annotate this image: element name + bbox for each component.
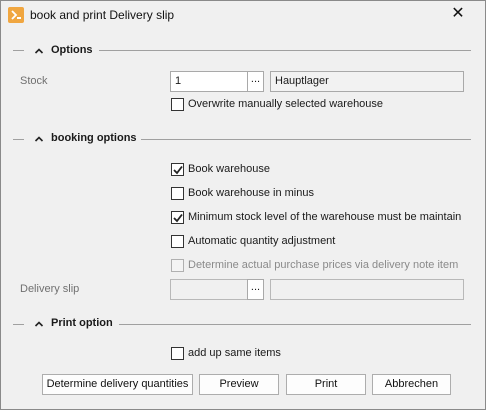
delivery-slip-lookup-button[interactable]: ... [247,279,264,300]
cancel-button[interactable]: Abbrechen [372,374,451,395]
book-warehouse-minus-label: Book warehouse in minus [188,187,314,199]
chevron-up-icon[interactable] [34,134,44,144]
add-up-items-checkbox[interactable] [171,347,184,360]
determine-delivery-quantities-button[interactable]: Determine delivery quantities [42,374,193,395]
delivery-slip-input [170,279,248,300]
section-divider [13,139,24,140]
chevron-up-icon[interactable] [34,319,44,329]
purchase-prices-checkbox [171,259,184,272]
stock-input[interactable]: 1 [170,71,248,92]
stock-label: Stock [20,75,48,87]
section-title-options: Options [51,44,93,56]
section-divider [99,50,471,51]
close-button[interactable]: ✕ [447,3,469,23]
app-icon [8,7,24,23]
stock-lookup-button[interactable]: ... [247,71,264,92]
checkmark-icon [173,165,183,175]
window-title: book and print Delivery slip [30,8,175,22]
section-title-print: Print option [51,317,113,329]
book-warehouse-label: Book warehouse [188,163,270,175]
chevron-up-icon[interactable] [34,46,44,56]
book-warehouse-minus-checkbox[interactable] [171,187,184,200]
section-divider [119,324,471,325]
section-title-booking: booking options [51,132,137,144]
auto-quantity-adjustment-checkbox[interactable] [171,235,184,248]
stock-name-field: Hauptlager [270,71,464,92]
min-stock-level-label: Minimum stock level of the warehouse mus… [188,211,462,223]
checkmark-icon [173,213,183,223]
section-divider [13,324,24,325]
close-icon: ✕ [451,5,465,22]
section-divider [13,50,24,51]
purchase-prices-label: Determine actual purchase prices via del… [188,259,459,271]
overwrite-warehouse-label: Overwrite manually selected warehouse [188,98,384,110]
overwrite-warehouse-checkbox[interactable] [171,98,184,111]
auto-quantity-adjustment-label: Automatic quantity adjustment [188,235,336,247]
min-stock-level-checkbox[interactable] [171,211,184,224]
preview-button[interactable]: Preview [199,374,279,395]
dialog-window: book and print Delivery slip ✕ Options S… [0,0,486,410]
add-up-items-label: add up same items [188,347,281,359]
delivery-slip-name-field [270,279,464,300]
print-button[interactable]: Print [286,374,366,395]
delivery-slip-label: Delivery slip [20,283,80,295]
section-divider [141,139,471,140]
book-warehouse-checkbox[interactable] [171,163,184,176]
